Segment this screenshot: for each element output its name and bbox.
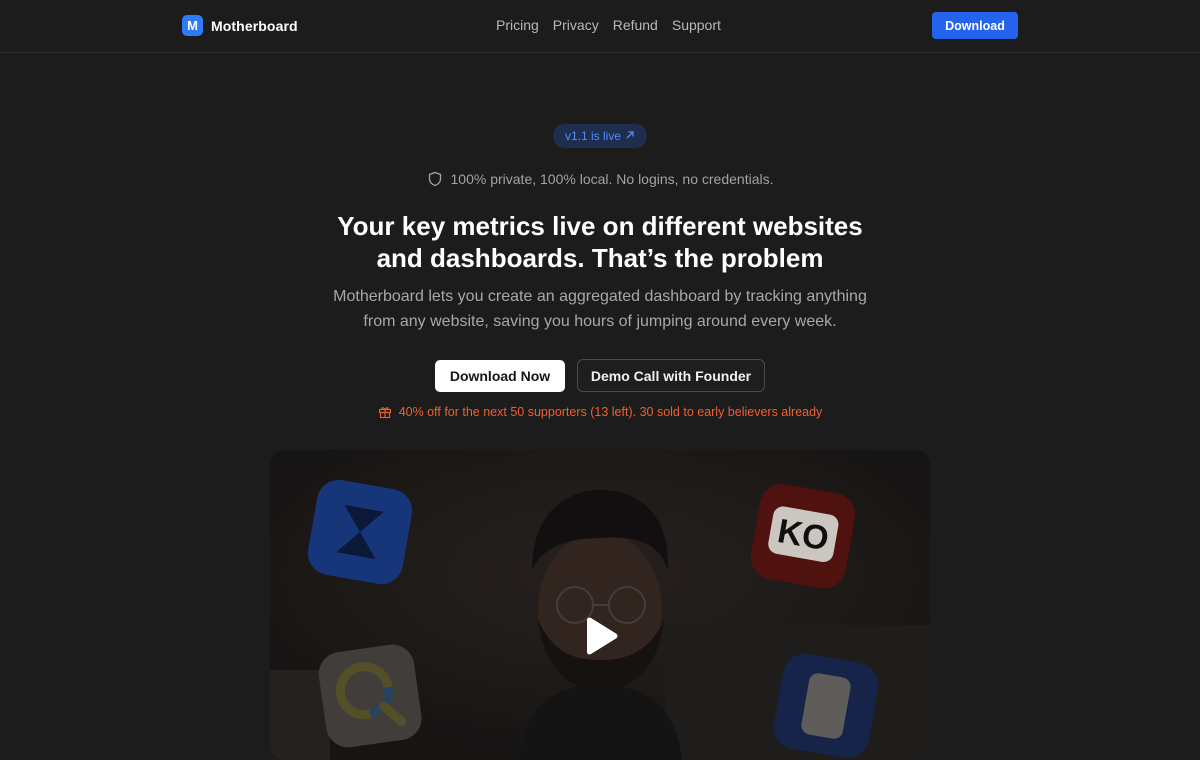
motherboard-logo-icon: M: [182, 15, 203, 36]
hero-title-line-1: Your key metrics live on different websi…: [337, 211, 863, 241]
demo-call-button[interactable]: Demo Call with Founder: [577, 359, 765, 392]
gift-icon: [378, 405, 392, 419]
top-navbar: M Motherboard Pricing Privacy Refund Sup…: [0, 0, 1200, 53]
play-icon[interactable]: [583, 617, 619, 655]
brand-name: Motherboard: [211, 17, 298, 34]
hero-title: Your key metrics live on different websi…: [200, 210, 1000, 274]
hero-subtitle: Motherboard lets you create an aggregate…: [300, 284, 900, 334]
arrow-up-right-icon: [625, 130, 635, 143]
nav-download-button[interactable]: Download: [932, 12, 1018, 39]
demo-video[interactable]: KO: [270, 450, 930, 760]
nav-link-privacy[interactable]: Privacy: [553, 17, 599, 33]
nav-links: Pricing Privacy Refund Support: [496, 17, 721, 33]
version-badge[interactable]: v1.1 is live: [553, 124, 647, 148]
hero-title-line-2: and dashboards. That’s the problem: [376, 243, 824, 273]
shield-icon: [427, 171, 443, 187]
nav-link-refund[interactable]: Refund: [613, 17, 658, 33]
brand[interactable]: M Motherboard: [182, 15, 298, 36]
nav-link-support[interactable]: Support: [672, 17, 721, 33]
nav-link-pricing[interactable]: Pricing: [496, 17, 539, 33]
hero-subtitle-line-2: from any website, saving you hours of ju…: [363, 313, 837, 330]
hero-subtitle-line-1: Motherboard lets you create an aggregate…: [333, 288, 867, 305]
video-thumbnail: KO: [270, 450, 930, 760]
privacy-text: 100% private, 100% local. No logins, no …: [450, 171, 774, 187]
privacy-statement: 100% private, 100% local. No logins, no …: [0, 171, 1200, 187]
download-now-button[interactable]: Download Now: [435, 360, 565, 392]
promo-banner: 40% off for the next 50 supporters (13 l…: [0, 405, 1200, 419]
promo-text: 40% off for the next 50 supporters (13 l…: [398, 405, 823, 419]
version-badge-label: v1.1 is live: [564, 129, 622, 143]
